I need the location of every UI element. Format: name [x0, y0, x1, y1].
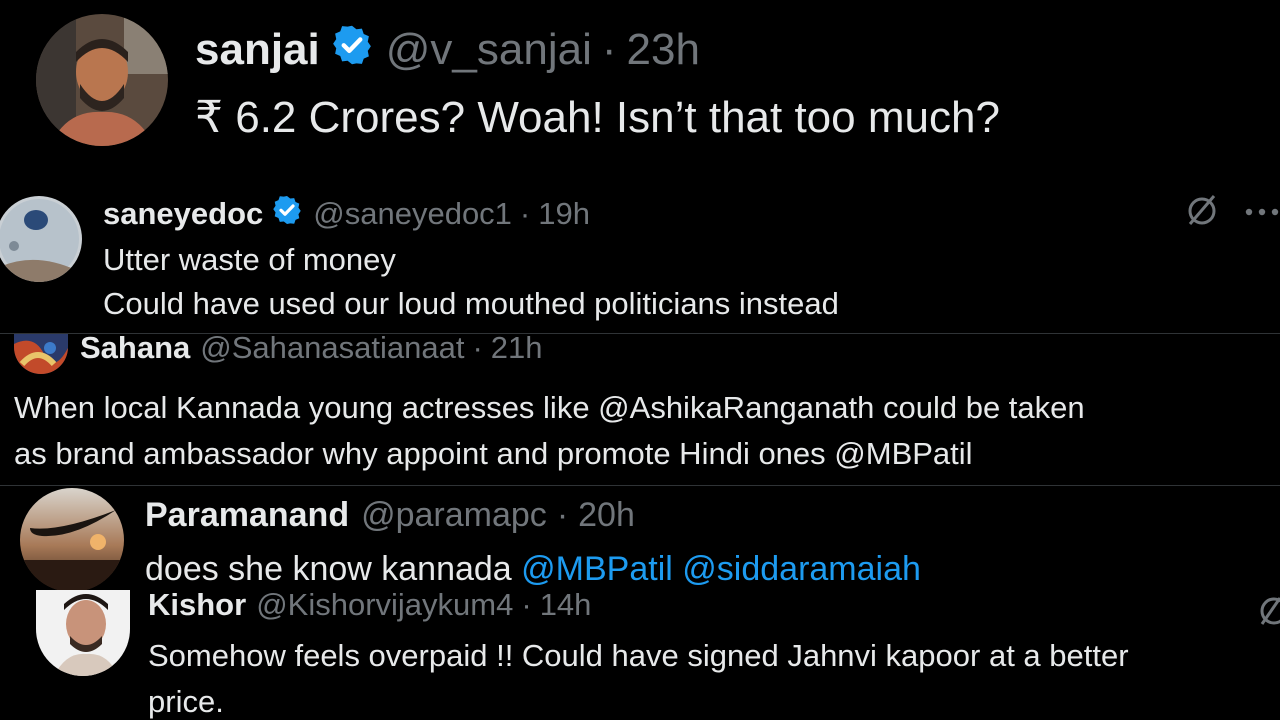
- display-name[interactable]: sanjai: [195, 25, 320, 75]
- tweet-text-plain: does she know kannada: [145, 550, 522, 588]
- avatar[interactable]: [36, 590, 130, 676]
- timestamp[interactable]: 20h: [578, 496, 635, 535]
- display-name[interactable]: Sahana: [80, 334, 190, 366]
- avatar-photo: [0, 196, 82, 282]
- avatar-photo: [20, 488, 124, 590]
- avatar-photo: [14, 334, 68, 374]
- separator: ·: [521, 590, 532, 622]
- separator: ·: [472, 334, 483, 365]
- display-name[interactable]: saneyedoc: [103, 196, 263, 232]
- timestamp[interactable]: 19h: [538, 196, 590, 232]
- tweet-paramanand[interactable]: Paramanand @paramapc · 20h does she know…: [0, 486, 1280, 590]
- verified-badge-icon: [330, 23, 374, 78]
- tweet-header: Kishor @Kishorvijaykum4 · 14h: [148, 590, 591, 624]
- tweet-text-line: Somehow feels overpaid !! Could have sig…: [148, 638, 1129, 673]
- tweet-saneyedoc[interactable]: saneyedoc @saneyedoc1 · 19h Utter waste …: [0, 190, 1280, 333]
- avatar[interactable]: [36, 14, 168, 146]
- display-name[interactable]: Kishor: [148, 590, 246, 623]
- tweet-text-line: Could have used our loud mouthed politic…: [103, 286, 839, 321]
- avatar[interactable]: [0, 196, 82, 282]
- tweet-sanjai[interactable]: sanjai @v_sanjai · 23h ₹ 6.2 Crores? Woa…: [0, 0, 1280, 190]
- tweet-text: does she know kannada @MBPatil @siddaram…: [145, 550, 921, 589]
- tweet-text-line: as brand ambassador why appoint and prom…: [14, 436, 973, 471]
- handle[interactable]: @Sahanasatianaat: [200, 334, 464, 366]
- timestamp[interactable]: 21h: [491, 334, 543, 366]
- tweet-text-line: price.: [148, 684, 224, 719]
- tweet-text-line: Utter waste of money: [103, 242, 396, 277]
- tweet-header: Sahana @Sahanasatianaat · 21h: [80, 334, 543, 368]
- tweet-header: Paramanand @paramapc · 20h: [145, 494, 635, 536]
- grok-slash-icon[interactable]: [1256, 592, 1280, 636]
- tweet-text: ₹ 6.2 Crores? Woah! Isn’t that too much?: [195, 93, 1000, 142]
- mention-link[interactable]: @MBPatil: [521, 550, 673, 588]
- tweet-kishor[interactable]: Kishor @Kishorvijaykum4 · 14h Somehow fe…: [0, 590, 1280, 720]
- timestamp[interactable]: 23h: [627, 25, 700, 75]
- separator: ·: [556, 495, 569, 534]
- avatar[interactable]: [14, 334, 68, 374]
- avatar-photo: [36, 590, 130, 676]
- handle[interactable]: @paramapc: [361, 496, 547, 535]
- grok-slash-icon[interactable]: [1184, 192, 1220, 236]
- handle[interactable]: @Kishorvijaykum4: [256, 590, 513, 623]
- tweet-header: saneyedoc @saneyedoc1 · 19h: [103, 194, 590, 234]
- tweet-sahana[interactable]: Sahana @Sahanasatianaat · 21h When local…: [0, 334, 1280, 485]
- tweet-header: sanjai @v_sanjai · 23h: [195, 22, 700, 78]
- more-icon[interactable]: [1244, 196, 1280, 230]
- tweet-text-line: When local Kannada young actresses like …: [14, 390, 1085, 425]
- display-name[interactable]: Paramanand: [145, 496, 349, 535]
- mention-link[interactable]: @siddaramaiah: [682, 550, 921, 588]
- avatar[interactable]: [20, 488, 124, 590]
- separator: ·: [601, 25, 617, 74]
- verified-badge-icon: [271, 194, 303, 234]
- handle[interactable]: @saneyedoc1: [313, 196, 512, 232]
- timestamp[interactable]: 14h: [540, 590, 592, 623]
- separator: ·: [519, 196, 531, 231]
- handle[interactable]: @v_sanjai: [386, 25, 592, 75]
- avatar-photo: [36, 14, 168, 146]
